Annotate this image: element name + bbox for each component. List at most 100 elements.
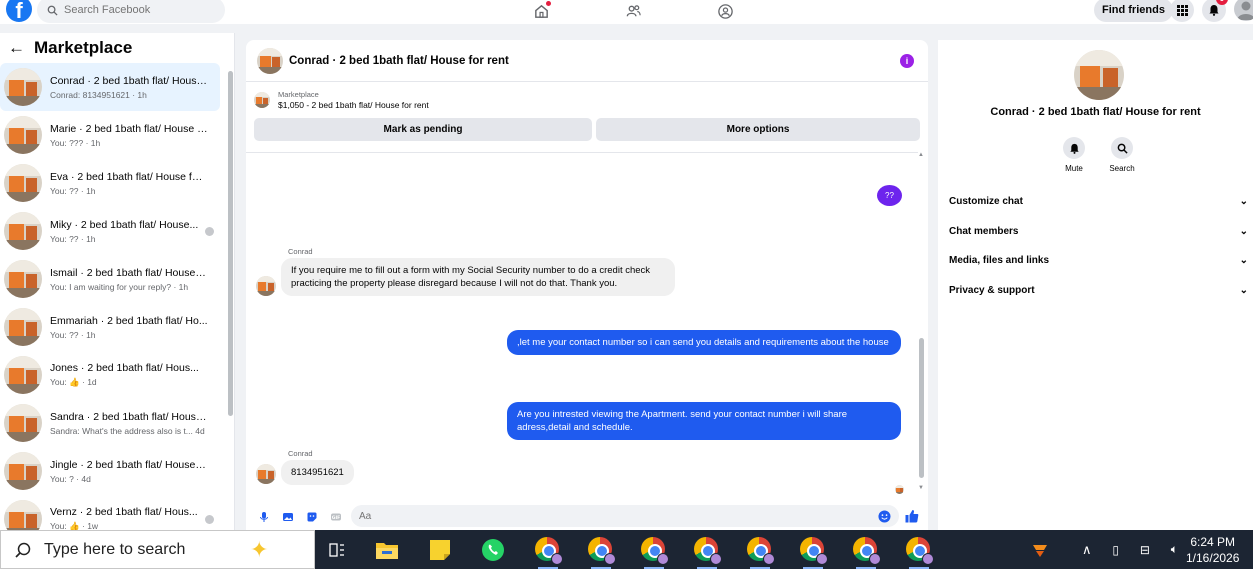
facebook-logo-icon[interactable]: f [6, 0, 32, 22]
conversation-preview: Sandra: What's the address also is t... … [50, 425, 205, 436]
clock[interactable]: 6:24 PM 1/16/2026 [1186, 534, 1239, 566]
scrollbar-thumb[interactable] [919, 338, 924, 478]
groups-icon[interactable] [714, 1, 736, 21]
taskbar-search[interactable]: Type here to search ✦ [0, 530, 315, 569]
message-scrollbar[interactable]: ▲ ▼ [918, 152, 926, 492]
friends-icon[interactable] [622, 1, 644, 21]
scroll-up-arrow-icon[interactable]: ▲ [918, 152, 924, 158]
conversation-item[interactable]: Jingle · 2 bed 1bath flat/ House f... You… [0, 447, 226, 495]
conversation-item[interactable]: Ismail · 2 bed 1bath flat/ House f... You… [0, 255, 226, 303]
home-icon[interactable] [530, 1, 552, 21]
tray-app-icon[interactable] [1028, 538, 1052, 562]
photo-icon[interactable] [282, 511, 294, 523]
sticker-icon[interactable] [306, 511, 318, 523]
conversation-preview: Conrad: 8134951621 · 1h [50, 89, 147, 100]
chrome-window-icon[interactable] [747, 537, 775, 569]
section-label: Chat members [949, 225, 1019, 237]
menu-grid-button[interactable] [1170, 0, 1194, 22]
sent-message[interactable]: ,let me your contact number so i can sen… [507, 330, 901, 355]
panel-title: Marketplace [34, 38, 133, 57]
conversation-thumbnail [4, 116, 42, 154]
scrollbar-thumb[interactable] [228, 71, 233, 416]
clock-time: 6:24 PM [1190, 535, 1236, 549]
more-options-button[interactable]: More options [596, 118, 920, 141]
microphone-icon[interactable] [258, 511, 270, 523]
message-composer: GIF [246, 503, 928, 530]
listing-price[interactable]: $1,050 - 2 bed 1bath flat/ House for ren… [278, 100, 429, 110]
search-chat-button[interactable]: Search [1102, 137, 1142, 173]
chat-header: Conrad · 2 bed 1bath flat/ House for ren… [246, 40, 928, 82]
gif-icon[interactable]: GIF [330, 511, 342, 523]
chrome-window-icon[interactable] [588, 537, 616, 569]
back-arrow-icon[interactable]: ← [8, 38, 25, 58]
whatsapp-icon[interactable] [481, 538, 505, 562]
conversation-item[interactable]: Jones · 2 bed 1bath flat/ Hous... You: 👍 … [0, 351, 226, 399]
message-input[interactable] [351, 505, 899, 527]
conversation-thumbnail [4, 260, 42, 298]
conversation-item[interactable]: Sandra · 2 bed 1bath flat/ House... Sandr… [0, 399, 226, 447]
conversation-item[interactable]: Marie · 2 bed 1bath flat/ House f... You:… [0, 111, 226, 159]
received-message[interactable]: 8134951621 [281, 460, 354, 485]
listing-thumbnail[interactable] [254, 92, 270, 108]
sender-name: Conrad [288, 247, 313, 256]
sparkle-icon: ✦ [250, 537, 269, 562]
sent-message[interactable]: ?? [877, 185, 902, 206]
section-customize-chat[interactable]: Customize chat ⌄ [938, 187, 1253, 217]
file-explorer-icon[interactable] [375, 538, 399, 562]
chat-avatar[interactable] [1074, 50, 1124, 100]
task-view-icon[interactable] [325, 538, 349, 562]
conversation-item[interactable]: Emmariah · 2 bed 1bath flat/ Ho... You: ?… [0, 303, 226, 351]
conversation-preview: You: ?? · 1h [50, 233, 96, 244]
sender-avatar[interactable] [256, 276, 276, 296]
conversation-item[interactable]: Eva · 2 bed 1bath flat/ House for... You:… [0, 159, 226, 207]
section-label: Privacy & support [949, 285, 1035, 297]
chrome-window-icon[interactable] [853, 537, 881, 569]
profile-avatar[interactable] [1234, 0, 1253, 21]
conversation-preview: You: I am waiting for your reply? · 1h [50, 281, 189, 292]
sent-message[interactable]: Are you intrested viewing the Apartment.… [507, 402, 901, 440]
chrome-window-icon[interactable] [906, 537, 934, 569]
conversation-title: Eva · 2 bed 1bath flat/ House for... [50, 170, 208, 183]
mark-pending-button[interactable]: Mark as pending [254, 118, 592, 141]
conversation-preview: You: ?? · 1h [50, 329, 96, 340]
section-media-files-links[interactable]: Media, files and links ⌄ [938, 246, 1253, 276]
sender-name: Conrad [288, 449, 313, 458]
notifications-button[interactable]: 9 [1202, 0, 1228, 22]
conversation-list-panel: ← Marketplace Conrad · 2 bed 1bath flat/… [0, 33, 235, 530]
network-icon[interactable]: ⊟ [1140, 543, 1150, 557]
bell-icon [1209, 5, 1219, 16]
scroll-down-arrow-icon[interactable]: ▼ [918, 485, 924, 491]
panel-header: ← Marketplace [0, 33, 234, 63]
search-input[interactable] [64, 4, 214, 16]
conversation-thumbnail [4, 164, 42, 202]
search-icon [15, 542, 31, 558]
conversation-scrollbar[interactable] [226, 63, 234, 530]
chrome-window-icon[interactable] [641, 537, 669, 569]
like-thumbs-up-icon[interactable] [905, 509, 919, 523]
show-hidden-icons-chevron-icon[interactable]: ∧ [1082, 542, 1092, 558]
conversation-preview: You: ? · 4d [50, 473, 91, 484]
search-box[interactable] [37, 0, 225, 23]
emoji-icon[interactable] [878, 510, 891, 523]
chevron-down-icon: ⌄ [1239, 285, 1248, 297]
volume-icon[interactable]: 🔈︎ [1171, 542, 1178, 557]
chrome-window-icon[interactable] [535, 537, 563, 569]
section-chat-members[interactable]: Chat members ⌄ [938, 217, 1253, 247]
battery-icon[interactable]: ▯ [1112, 543, 1119, 557]
sticky-notes-icon[interactable] [428, 538, 452, 562]
windows-taskbar: Type here to search ✦ ∧ ▯ ⊟ 🔈︎ 6:24 PM 1… [0, 530, 1253, 569]
find-friends-button[interactable]: Find friends [1094, 0, 1173, 22]
svg-text:GIF: GIF [332, 515, 340, 521]
info-icon[interactable]: i [900, 54, 914, 68]
section-privacy-support[interactable]: Privacy & support ⌄ [938, 276, 1253, 306]
conversation-item[interactable]: Miky · 2 bed 1bath flat/ House... You: ??… [0, 207, 226, 255]
chat-title[interactable]: Conrad · 2 bed 1bath flat/ House for ren… [289, 55, 509, 67]
chat-listing-thumbnail[interactable] [257, 47, 283, 74]
mute-button[interactable]: Mute [1054, 137, 1094, 173]
chrome-window-icon[interactable] [800, 537, 828, 569]
conversation-item[interactable]: Conrad · 2 bed 1bath flat/ House... Conra… [0, 63, 220, 111]
sender-avatar[interactable] [256, 464, 276, 484]
received-message[interactable]: If you require me to fill out a form wit… [281, 258, 675, 296]
conversation-item[interactable]: Vernz · 2 bed 1bath flat/ Hous... You: 👍 … [0, 495, 226, 530]
chrome-window-icon[interactable] [694, 537, 722, 569]
